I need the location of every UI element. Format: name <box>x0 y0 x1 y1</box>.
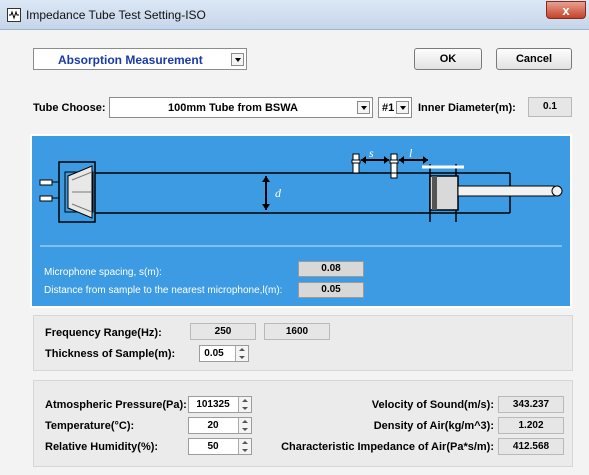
stepper-down-icon[interactable] <box>239 404 251 412</box>
tube-select[interactable]: 100mm Tube from BSWA <box>109 97 373 118</box>
velocity-label: Velocity of Sound(m/s): <box>371 399 494 411</box>
inner-diameter-label: Inner Diameter(m): <box>418 102 516 114</box>
d-label: d <box>275 186 281 200</box>
temperature-stepper[interactable]: 20 <box>188 417 252 434</box>
stepper-down-icon[interactable] <box>236 353 248 361</box>
stepper-down-icon[interactable] <box>239 425 251 433</box>
density-label: Density of Air(kg/m^3): <box>373 420 494 432</box>
velocity-value: 343.237 <box>498 396 564 413</box>
distance-value: 0.05 <box>298 282 364 298</box>
app-icon <box>7 8 21 22</box>
temperature-value: 20 <box>207 420 219 431</box>
tube-diagram: s l d Microphone spacing, s(m): 0.08 Dis… <box>30 134 572 308</box>
thickness-label: Thickness of Sample(m): <box>45 348 176 360</box>
thickness-value: 0.05 <box>204 348 224 359</box>
chevron-down-icon[interactable] <box>231 53 244 66</box>
thickness-stepper[interactable]: 0.05 <box>199 345 249 362</box>
frequency-range-label: Frequency Range(Hz): <box>45 327 162 339</box>
measurement-select[interactable]: Absorption Measurement <box>33 48 247 70</box>
chevron-down-icon[interactable] <box>357 101 370 114</box>
humidity-label: Relative Humidity(%): <box>45 441 159 453</box>
pressure-label: Atmospheric Pressure(Pa): <box>45 399 187 411</box>
tube-choose-label: Tube Choose: <box>33 102 106 114</box>
tube-schematic <box>39 153 563 247</box>
ok-button[interactable]: OK <box>414 48 482 70</box>
pressure-value: 101325 <box>196 399 230 410</box>
pressure-stepper[interactable]: 101325 <box>188 396 252 413</box>
l-label: l <box>409 146 413 160</box>
inner-diameter-value: 0.1 <box>528 97 572 117</box>
measurement-select-value: Absorption Measurement <box>58 53 203 67</box>
tube-select-value: 100mm Tube from BSWA <box>168 102 298 114</box>
impedance-label: Characteristic Impedance of Air(Pa*s/m): <box>281 441 494 453</box>
window-title: Impedance Tube Test Setting-ISO <box>26 8 206 22</box>
chevron-down-icon[interactable] <box>396 101 409 114</box>
density-value: 1.202 <box>498 417 564 434</box>
tube-number-value: #1 <box>382 102 395 114</box>
tube-number-select[interactable]: #1 <box>378 97 412 118</box>
mic-spacing-label: Microphone spacing, s(m): <box>44 267 162 278</box>
frequency-high-value: 1600 <box>264 323 330 340</box>
frequency-low-value: 250 <box>190 323 256 340</box>
distance-label: Distance from sample to the nearest micr… <box>44 285 283 296</box>
temperature-label: Temperature(°C): <box>45 420 135 432</box>
humidity-stepper[interactable]: 50 <box>188 438 252 455</box>
title-bar[interactable]: Impedance Tube Test Setting-ISO x <box>0 0 589 30</box>
stepper-down-icon[interactable] <box>239 446 251 454</box>
mic-spacing-value: 0.08 <box>298 261 364 277</box>
close-button[interactable]: x <box>546 1 586 19</box>
cancel-button[interactable]: Cancel <box>496 48 572 70</box>
impedance-value: 412.568 <box>498 438 564 455</box>
humidity-value: 50 <box>207 441 219 452</box>
s-label: s <box>369 146 374 160</box>
